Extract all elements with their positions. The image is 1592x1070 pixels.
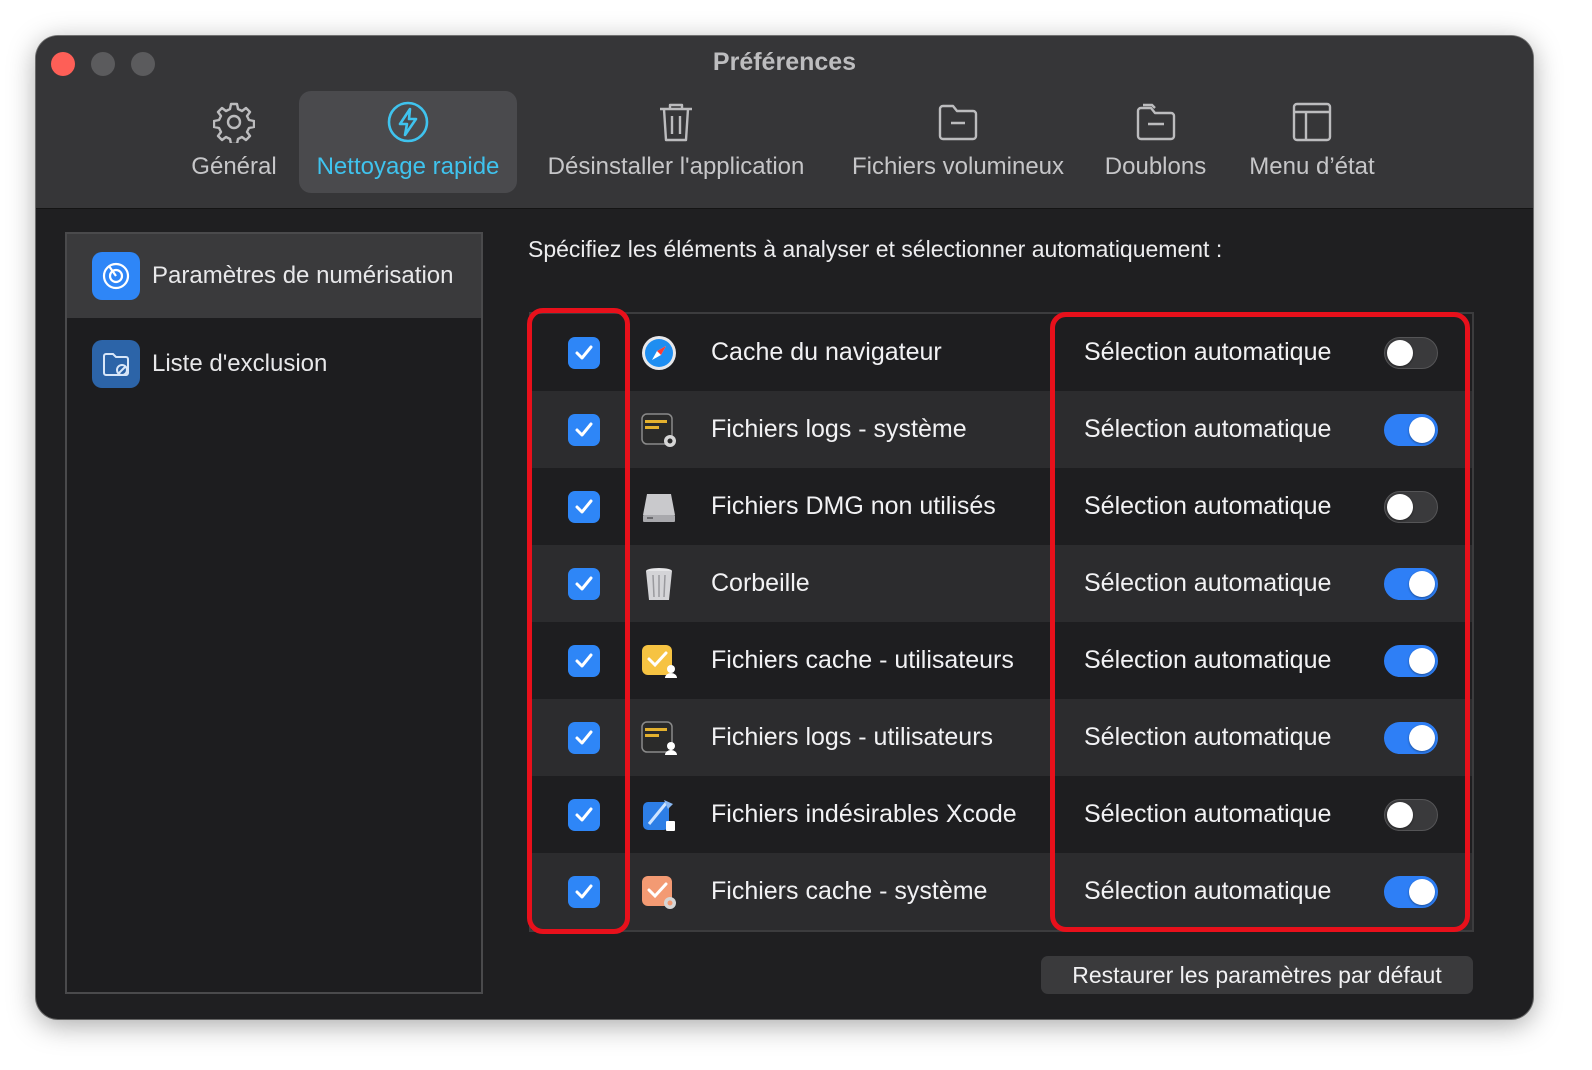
auto-select-toggle[interactable]	[1384, 644, 1438, 677]
item-checkbox[interactable]	[568, 875, 600, 908]
auto-select-label: Sélection automatique	[1084, 492, 1332, 520]
restore-defaults-button[interactable]: Restaurer les paramètres par défaut	[1041, 956, 1473, 994]
trash-icon	[653, 99, 699, 145]
item-label: Fichiers cache - système	[711, 877, 988, 905]
list-item: Fichiers indésirables Xcode Sélection au…	[531, 776, 1472, 853]
tab-quick-clean[interactable]: Nettoyage rapide	[299, 91, 517, 193]
sidebar-item-label: Paramètres de numérisation	[152, 262, 454, 289]
safari-icon	[640, 334, 678, 372]
section-headline: Spécifiez les éléments à analyser et sél…	[528, 236, 1223, 262]
disk-image-icon	[640, 488, 678, 526]
tab-label: Doublons	[1104, 153, 1207, 180]
item-label: Fichiers indésirables Xcode	[711, 800, 1017, 828]
list-item: Fichiers logs - utilisateurs Sélection a…	[531, 699, 1472, 776]
item-checkbox[interactable]	[568, 644, 600, 677]
auto-select-toggle[interactable]	[1384, 413, 1438, 446]
tab-large-files[interactable]: Fichiers volumineux	[844, 91, 1072, 193]
list-item: Fichiers DMG non utilisés Sélection auto…	[531, 468, 1472, 545]
item-checkbox[interactable]	[568, 413, 600, 446]
tab-label: Menu d’état	[1249, 153, 1375, 180]
user-cache-icon	[640, 642, 678, 680]
tab-label: Fichiers volumineux	[851, 153, 1065, 180]
tab-label: Désinstaller l'application	[547, 153, 805, 180]
user-console-icon	[640, 719, 678, 757]
auto-select-toggle[interactable]	[1384, 490, 1438, 523]
auto-select-label: Sélection automatique	[1084, 338, 1332, 366]
list-item: Corbeille Sélection automatique	[531, 545, 1472, 622]
tab-label: Général	[191, 153, 277, 180]
item-label: Fichiers cache - utilisateurs	[711, 646, 1014, 674]
item-checkbox[interactable]	[568, 490, 600, 523]
tab-uninstall[interactable]: Désinstaller l'application	[536, 91, 816, 193]
sidebar-item-exclusion-list[interactable]: Liste d'exclusion	[67, 322, 481, 406]
sidebar-item-label: Liste d'exclusion	[152, 350, 328, 377]
exclusion-folder-icon	[92, 340, 140, 388]
auto-select-toggle[interactable]	[1384, 875, 1438, 908]
titlebar: Préférences Général Nettoyage rapide Dés…	[36, 36, 1533, 209]
tab-label: Nettoyage rapide	[316, 153, 500, 180]
list-item: Cache du navigateur Sélection automatiqu…	[531, 314, 1472, 391]
console-icon	[640, 411, 678, 449]
item-checkbox[interactable]	[568, 336, 600, 369]
item-label: Corbeille	[711, 569, 810, 597]
auto-select-label: Sélection automatique	[1084, 723, 1332, 751]
xcode-icon	[640, 796, 678, 834]
gear-icon	[211, 99, 257, 145]
auto-select-toggle[interactable]	[1384, 721, 1438, 754]
sidebar-item-scan-settings[interactable]: Paramètres de numérisation	[67, 234, 481, 318]
auto-select-toggle[interactable]	[1384, 567, 1438, 600]
item-label: Fichiers DMG non utilisés	[711, 492, 996, 520]
item-label: Fichiers logs - système	[711, 415, 967, 443]
auto-select-label: Sélection automatique	[1084, 877, 1332, 905]
auto-select-toggle[interactable]	[1384, 336, 1438, 369]
sidebar: Paramètres de numérisation Liste d'exclu…	[65, 232, 483, 994]
list-item: Fichiers logs - système Sélection automa…	[531, 391, 1472, 468]
scan-items-list: Cache du navigateur Sélection automatiqu…	[529, 312, 1474, 932]
folder-icon	[935, 99, 981, 145]
item-checkbox[interactable]	[568, 798, 600, 831]
tab-status-menu[interactable]: Menu d’état	[1239, 91, 1385, 193]
duplicate-folder-icon	[1133, 99, 1179, 145]
tab-general[interactable]: Général	[184, 91, 284, 193]
layout-icon	[1289, 99, 1335, 145]
auto-select-label: Sélection automatique	[1084, 646, 1332, 674]
trash-can-icon	[640, 565, 678, 603]
item-checkbox[interactable]	[568, 567, 600, 600]
auto-select-label: Sélection automatique	[1084, 569, 1332, 597]
system-cache-icon	[640, 873, 678, 911]
list-item: Fichiers cache - utilisateurs Sélection …	[531, 622, 1472, 699]
scan-icon	[92, 252, 140, 300]
lightning-icon	[385, 99, 431, 145]
item-checkbox[interactable]	[568, 721, 600, 754]
list-item: Fichiers cache - système Sélection autom…	[531, 853, 1472, 930]
window-title: Préférences	[712, 48, 857, 76]
item-label: Fichiers logs - utilisateurs	[711, 723, 994, 751]
item-label: Cache du navigateur	[711, 338, 942, 366]
tab-duplicates[interactable]: Doublons	[1098, 91, 1213, 193]
auto-select-label: Sélection automatique	[1084, 800, 1332, 828]
preferences-window: Préférences Général Nettoyage rapide Dés…	[36, 36, 1533, 1019]
auto-select-label: Sélection automatique	[1084, 415, 1332, 443]
auto-select-toggle[interactable]	[1384, 798, 1438, 831]
